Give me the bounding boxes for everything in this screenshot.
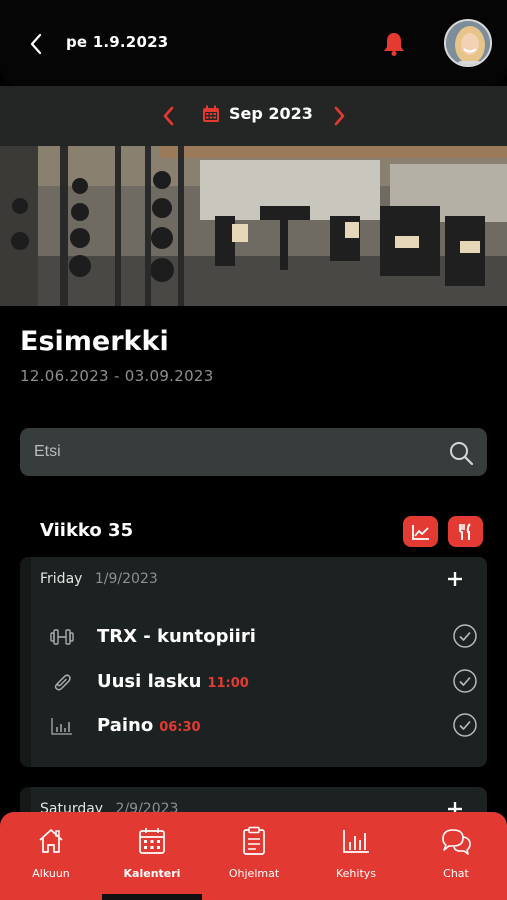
entry-time: 06:30 (159, 720, 201, 735)
entry-title: Uusi lasku 11:00 (97, 671, 249, 692)
calendar-icon (203, 105, 219, 122)
list-item[interactable]: TRX - kuntopiiri (50, 622, 477, 652)
active-tab-indicator (102, 894, 202, 900)
nav-item-chat[interactable]: Chat (411, 826, 501, 890)
header-date: pe 1.9.2023 (66, 33, 169, 51)
day-header: Friday 1/9/2023 (40, 571, 158, 587)
list-item[interactable]: Paino 06:30 (50, 711, 477, 741)
add-entry-button[interactable] (445, 569, 465, 589)
plan-title: Esimerkki (20, 326, 169, 357)
paperclip-icon (54, 674, 71, 691)
notifications-button[interactable] (380, 30, 408, 58)
back-button[interactable] (22, 28, 50, 60)
chart-icon (411, 524, 429, 540)
nav-item-ohjelmat[interactable]: Ohjelmat (209, 826, 299, 890)
avatar-image (446, 21, 490, 65)
week-meals-button[interactable] (448, 516, 483, 547)
week-label: Viikko 35 (40, 520, 134, 541)
next-month-button[interactable] (328, 102, 352, 130)
chat-icon (442, 829, 471, 855)
bell-icon (384, 33, 404, 56)
bar-chart-icon (51, 718, 72, 735)
search-bar (20, 428, 487, 476)
dumbbell-icon (50, 629, 74, 645)
month-navigator: Sep 2023 (0, 86, 507, 146)
hero-image (0, 146, 507, 306)
nav-label: Kehitys (335, 867, 376, 880)
nav-item-kehitys[interactable]: Kehitys (311, 826, 401, 890)
avatar[interactable] (444, 19, 492, 67)
search-icon[interactable] (448, 440, 474, 466)
nav-item-kalenteri[interactable]: Kalenteri (107, 826, 197, 890)
nav-label: Kalenteri (123, 867, 181, 880)
week-stats-button[interactable] (403, 516, 438, 547)
check-circle-icon[interactable] (452, 712, 478, 738)
bottom-navigation: Alkuun Kalenteri Ohjelmat Kehitys Chat (0, 812, 507, 900)
day-date: 1/9/2023 (94, 571, 158, 587)
check-circle-icon[interactable] (452, 668, 478, 694)
nav-label: Alkuun (32, 867, 70, 880)
chevron-left-icon (163, 106, 174, 126)
entry-title: Paino 06:30 (97, 715, 201, 736)
calendar-icon (139, 828, 165, 854)
fork-knife-icon (458, 522, 471, 540)
plan-date-range: 12.06.2023 - 03.09.2023 (20, 367, 214, 385)
nav-label: Ohjelmat (228, 867, 280, 880)
chevron-right-icon (334, 106, 345, 126)
chart-icon (343, 830, 369, 853)
month-label: Sep 2023 (229, 104, 313, 123)
nav-item-alkuun[interactable]: Alkuun (6, 826, 96, 890)
chevron-left-icon (30, 33, 42, 55)
check-circle-icon[interactable] (452, 623, 478, 649)
day-card-friday: Friday 1/9/2023 TRX - kuntopiiri Uusi la… (20, 557, 487, 767)
clipboard-icon (243, 826, 265, 855)
entry-time: 11:00 (207, 676, 249, 691)
entry-title: TRX - kuntopiiri (97, 626, 256, 647)
top-bar: pe 1.9.2023 (0, 0, 507, 86)
previous-month-button[interactable] (156, 102, 180, 130)
day-name: Friday (40, 571, 83, 587)
nav-label: Chat (443, 867, 469, 880)
search-input[interactable] (34, 428, 434, 476)
list-item[interactable]: Uusi lasku 11:00 (50, 667, 477, 697)
home-icon (39, 829, 63, 853)
